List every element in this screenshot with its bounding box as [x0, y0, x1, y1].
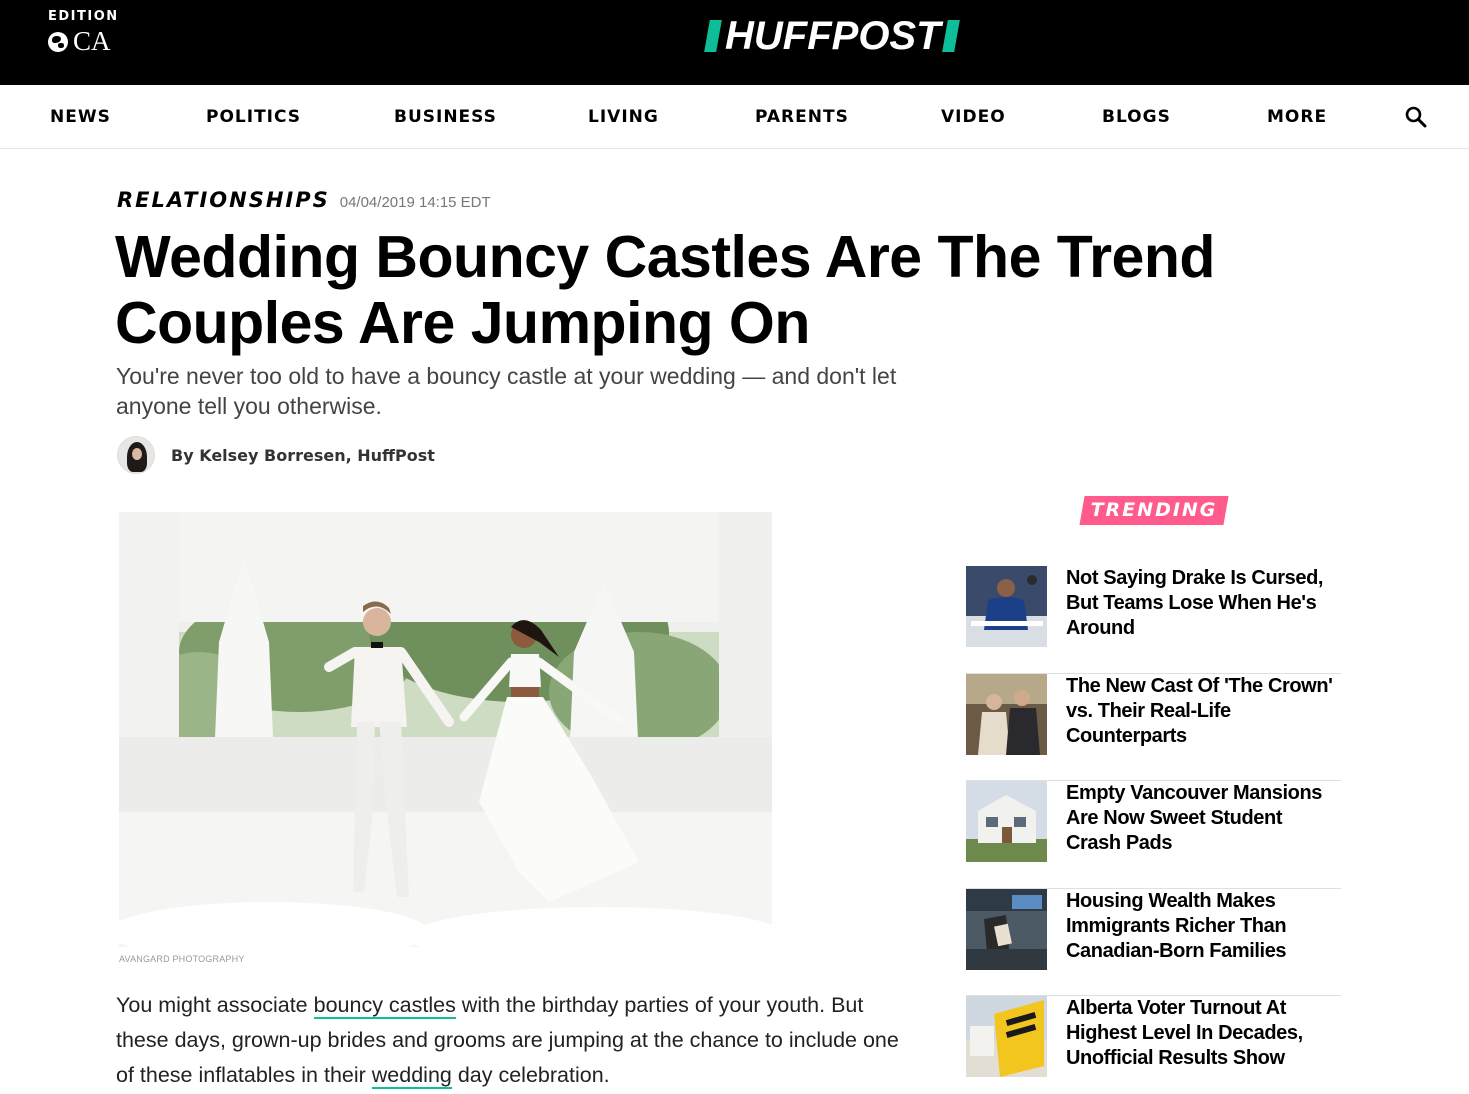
edition-label: EDITION — [48, 9, 119, 24]
huffpost-logo[interactable]: HUFFPOST — [704, 14, 960, 58]
trending-title[interactable]: The New Cast Of 'The Crown' vs. Their Re… — [1066, 674, 1341, 749]
bouncy-castles-link[interactable]: bouncy castles — [313, 993, 456, 1019]
hero-photo — [119, 512, 772, 947]
logo-right-bar — [941, 20, 960, 52]
headline: Wedding Bouncy Castles Are The Trend Cou… — [115, 224, 1215, 356]
trending-item[interactable]: Housing Wealth Makes Immigrants Richer T… — [966, 888, 1341, 996]
subheadline: You're never too old to have a bouncy ca… — [116, 363, 897, 419]
trending-title[interactable]: Housing Wealth Makes Immigrants Richer T… — [1066, 889, 1341, 964]
trending-thumbnail[interactable] — [966, 996, 1047, 1077]
trending-item[interactable]: Empty Vancouver Mansions Are Now Sweet S… — [966, 781, 1341, 889]
top-bar: EDITION CA HUFFPOST — [0, 0, 1469, 85]
article-meta: RELATIONSHIPS 04/04/2019 14:15 EDT — [117, 188, 491, 212]
trending-title[interactable]: Alberta Voter Turnout At Highest Level I… — [1066, 996, 1341, 1071]
logo-text: HUFFPOST — [725, 14, 941, 58]
main-nav: NEWS POLITICS BUSINESS LIVING PARENTS VI… — [0, 85, 1469, 149]
trending-title[interactable]: Empty Vancouver Mansions Are Now Sweet S… — [1066, 781, 1341, 856]
hero-image — [119, 512, 772, 947]
trending-label: TRENDING — [1090, 499, 1218, 521]
trending-thumbnail[interactable] — [966, 888, 1047, 970]
trending-thumbnail[interactable] — [966, 673, 1047, 755]
nav-item-business[interactable]: BUSINESS — [394, 107, 497, 127]
timestamp: 04/04/2019 14:15 EDT — [339, 194, 491, 211]
nav-item-news[interactable]: NEWS — [50, 107, 111, 127]
trending-title[interactable]: Not Saying Drake Is Cursed, But Teams Lo… — [1066, 566, 1341, 641]
nav-item-blogs[interactable]: BLOGS — [1102, 107, 1171, 127]
trending-item[interactable]: Alberta Voter Turnout At Highest Level I… — [966, 996, 1341, 1094]
edition-code: CA — [73, 26, 111, 56]
byline: By Kelsey Borresen, HuffPost — [117, 436, 435, 474]
image-credit: AVANGARD PHOTOGRAPHY — [119, 954, 245, 964]
nav-item-video[interactable]: VIDEO — [941, 107, 1006, 127]
wedding-link[interactable]: wedding — [371, 1063, 452, 1089]
trending-thumbnail[interactable] — [966, 781, 1047, 862]
edition-selector[interactable]: EDITION CA — [48, 9, 119, 55]
nav-item-politics[interactable]: POLITICS — [206, 107, 301, 127]
nav-item-living[interactable]: LIVING — [588, 107, 659, 127]
paragraph-text-3: day celebration. — [451, 1063, 610, 1087]
nav-item-more[interactable]: MORE — [1267, 107, 1327, 127]
trending-thumbnail[interactable] — [966, 566, 1047, 647]
globe-icon — [48, 31, 68, 52]
author-name[interactable]: By Kelsey Borresen, HuffPost — [171, 446, 435, 465]
trending-list: Not Saying Drake Is Cursed, But Teams Lo… — [966, 566, 1341, 1094]
trending-item[interactable]: Not Saying Drake Is Cursed, But Teams Lo… — [966, 566, 1341, 674]
section-link[interactable]: RELATIONSHIPS — [117, 188, 330, 212]
trending-item[interactable]: The New Cast Of 'The Crown' vs. Their Re… — [966, 673, 1341, 781]
search-icon[interactable] — [1404, 105, 1428, 129]
paragraph-text-1: You might associate — [116, 993, 314, 1017]
article-paragraph: You might associate bouncy castles with … — [116, 988, 916, 1093]
logo-left-bar — [704, 20, 722, 52]
nav-item-parents[interactable]: PARENTS — [755, 107, 849, 127]
author-avatar[interactable] — [117, 436, 155, 474]
